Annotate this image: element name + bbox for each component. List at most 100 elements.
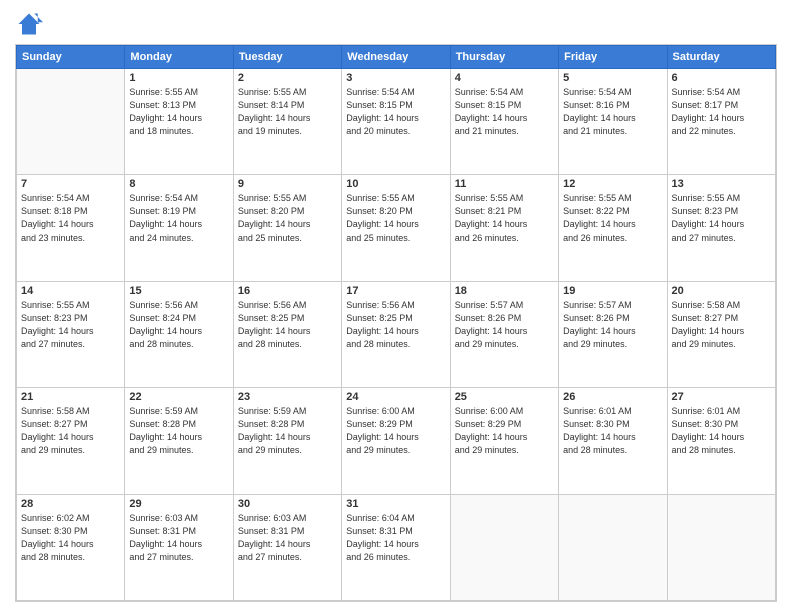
day-info: Sunrise: 5:58 AM Sunset: 8:27 PM Dayligh… xyxy=(672,299,771,351)
day-info: Sunrise: 5:56 AM Sunset: 8:24 PM Dayligh… xyxy=(129,299,228,351)
day-number: 19 xyxy=(563,285,662,297)
day-number: 13 xyxy=(672,178,771,190)
calendar-cell: 26 Sunrise: 6:01 AM Sunset: 8:30 PM Dayli… xyxy=(559,388,667,494)
calendar-week-1: 1 Sunrise: 5:55 AM Sunset: 8:13 PM Daylig… xyxy=(17,69,776,175)
day-info: Sunrise: 6:04 AM Sunset: 8:31 PM Dayligh… xyxy=(346,512,445,564)
day-info: Sunrise: 5:57 AM Sunset: 8:26 PM Dayligh… xyxy=(455,299,554,351)
calendar-cell: 9 Sunrise: 5:55 AM Sunset: 8:20 PM Daylig… xyxy=(233,175,341,281)
day-info: Sunrise: 5:56 AM Sunset: 8:25 PM Dayligh… xyxy=(238,299,337,351)
day-number: 18 xyxy=(455,285,554,297)
day-number: 30 xyxy=(238,498,337,510)
calendar-cell: 28 Sunrise: 6:02 AM Sunset: 8:30 PM Dayli… xyxy=(17,494,125,600)
day-info: Sunrise: 5:54 AM Sunset: 8:16 PM Dayligh… xyxy=(563,86,662,138)
day-number: 4 xyxy=(455,72,554,84)
logo xyxy=(15,10,47,38)
day-info: Sunrise: 5:58 AM Sunset: 8:27 PM Dayligh… xyxy=(21,405,120,457)
calendar-cell: 18 Sunrise: 5:57 AM Sunset: 8:26 PM Dayli… xyxy=(450,281,558,387)
day-info: Sunrise: 5:54 AM Sunset: 8:15 PM Dayligh… xyxy=(346,86,445,138)
calendar-cell: 1 Sunrise: 5:55 AM Sunset: 8:13 PM Daylig… xyxy=(125,69,233,175)
day-number: 1 xyxy=(129,72,228,84)
day-info: Sunrise: 5:55 AM Sunset: 8:13 PM Dayligh… xyxy=(129,86,228,138)
day-number: 3 xyxy=(346,72,445,84)
calendar-cell: 19 Sunrise: 5:57 AM Sunset: 8:26 PM Dayli… xyxy=(559,281,667,387)
day-info: Sunrise: 6:01 AM Sunset: 8:30 PM Dayligh… xyxy=(672,405,771,457)
day-number: 17 xyxy=(346,285,445,297)
calendar-cell: 25 Sunrise: 6:00 AM Sunset: 8:29 PM Dayli… xyxy=(450,388,558,494)
day-number: 7 xyxy=(21,178,120,190)
day-number: 25 xyxy=(455,391,554,403)
calendar-cell: 13 Sunrise: 5:55 AM Sunset: 8:23 PM Dayli… xyxy=(667,175,775,281)
calendar-cell xyxy=(667,494,775,600)
day-number: 28 xyxy=(21,498,120,510)
day-info: Sunrise: 5:55 AM Sunset: 8:23 PM Dayligh… xyxy=(21,299,120,351)
calendar-cell: 7 Sunrise: 5:54 AM Sunset: 8:18 PM Daylig… xyxy=(17,175,125,281)
day-number: 21 xyxy=(21,391,120,403)
day-info: Sunrise: 5:59 AM Sunset: 8:28 PM Dayligh… xyxy=(238,405,337,457)
calendar-header-friday: Friday xyxy=(559,46,667,69)
day-info: Sunrise: 6:02 AM Sunset: 8:30 PM Dayligh… xyxy=(21,512,120,564)
day-number: 26 xyxy=(563,391,662,403)
calendar-cell: 16 Sunrise: 5:56 AM Sunset: 8:25 PM Dayli… xyxy=(233,281,341,387)
calendar-cell: 5 Sunrise: 5:54 AM Sunset: 8:16 PM Daylig… xyxy=(559,69,667,175)
calendar-cell: 15Sunrise: 5:56 AM Sunset: 8:24 PM Dayli… xyxy=(125,281,233,387)
calendar-header-sunday: Sunday xyxy=(17,46,125,69)
day-number: 5 xyxy=(563,72,662,84)
day-number: 11 xyxy=(455,178,554,190)
day-info: Sunrise: 5:55 AM Sunset: 8:20 PM Dayligh… xyxy=(238,192,337,244)
calendar-cell: 4 Sunrise: 5:54 AM Sunset: 8:15 PM Daylig… xyxy=(450,69,558,175)
day-number: 23 xyxy=(238,391,337,403)
day-number: 14 xyxy=(21,285,120,297)
day-info: Sunrise: 5:55 AM Sunset: 8:23 PM Dayligh… xyxy=(672,192,771,244)
calendar-cell: 23 Sunrise: 5:59 AM Sunset: 8:28 PM Dayli… xyxy=(233,388,341,494)
calendar-cell: 31 Sunrise: 6:04 AM Sunset: 8:31 PM Dayli… xyxy=(342,494,450,600)
calendar-cell: 8 Sunrise: 5:54 AM Sunset: 8:19 PM Daylig… xyxy=(125,175,233,281)
day-info: Sunrise: 6:01 AM Sunset: 8:30 PM Dayligh… xyxy=(563,405,662,457)
calendar-header-thursday: Thursday xyxy=(450,46,558,69)
calendar-cell: 3 Sunrise: 5:54 AM Sunset: 8:15 PM Daylig… xyxy=(342,69,450,175)
day-info: Sunrise: 5:54 AM Sunset: 8:18 PM Dayligh… xyxy=(21,192,120,244)
calendar-cell: 27 Sunrise: 6:01 AM Sunset: 8:30 PM Dayli… xyxy=(667,388,775,494)
calendar-cell xyxy=(450,494,558,600)
calendar-week-3: 14 Sunrise: 5:55 AM Sunset: 8:23 PM Dayli… xyxy=(17,281,776,387)
calendar-cell: 2 Sunrise: 5:55 AM Sunset: 8:14 PM Daylig… xyxy=(233,69,341,175)
day-info: Sunrise: 5:59 AM Sunset: 8:28 PM Dayligh… xyxy=(129,405,228,457)
day-number: 6 xyxy=(672,72,771,84)
day-info: Sunrise: 5:55 AM Sunset: 8:22 PM Dayligh… xyxy=(563,192,662,244)
day-info: Sunrise: 5:57 AM Sunset: 8:26 PM Dayligh… xyxy=(563,299,662,351)
day-info: Sunrise: 5:54 AM Sunset: 8:15 PM Dayligh… xyxy=(455,86,554,138)
calendar-cell xyxy=(559,494,667,600)
day-number: 2 xyxy=(238,72,337,84)
day-info: Sunrise: 6:03 AM Sunset: 8:31 PM Dayligh… xyxy=(238,512,337,564)
day-info: Sunrise: 6:03 AM Sunset: 8:31 PM Dayligh… xyxy=(129,512,228,564)
calendar-cell: 30 Sunrise: 6:03 AM Sunset: 8:31 PM Dayli… xyxy=(233,494,341,600)
page: SundayMondayTuesdayWednesdayThursdayFrid… xyxy=(0,0,792,612)
header xyxy=(15,10,777,38)
day-info: Sunrise: 6:00 AM Sunset: 8:29 PM Dayligh… xyxy=(455,405,554,457)
calendar-header-row: SundayMondayTuesdayWednesdayThursdayFrid… xyxy=(17,46,776,69)
day-number: 24 xyxy=(346,391,445,403)
calendar-cell: 6Sunrise: 5:54 AM Sunset: 8:17 PM Daylig… xyxy=(667,69,775,175)
calendar-week-5: 28 Sunrise: 6:02 AM Sunset: 8:30 PM Dayli… xyxy=(17,494,776,600)
day-info: Sunrise: 5:54 AM Sunset: 8:19 PM Dayligh… xyxy=(129,192,228,244)
calendar-header-saturday: Saturday xyxy=(667,46,775,69)
calendar-cell: 21 Sunrise: 5:58 AM Sunset: 8:27 PM Dayli… xyxy=(17,388,125,494)
day-number: 12 xyxy=(563,178,662,190)
calendar-cell: 12 Sunrise: 5:55 AM Sunset: 8:22 PM Dayli… xyxy=(559,175,667,281)
calendar-week-4: 21 Sunrise: 5:58 AM Sunset: 8:27 PM Dayli… xyxy=(17,388,776,494)
day-number: 27 xyxy=(672,391,771,403)
logo-icon xyxy=(15,10,43,38)
day-number: 16 xyxy=(238,285,337,297)
day-number: 8 xyxy=(129,178,228,190)
calendar-header-tuesday: Tuesday xyxy=(233,46,341,69)
calendar-week-2: 7 Sunrise: 5:54 AM Sunset: 8:18 PM Daylig… xyxy=(17,175,776,281)
calendar: SundayMondayTuesdayWednesdayThursdayFrid… xyxy=(15,44,777,602)
day-number: 31 xyxy=(346,498,445,510)
calendar-header-monday: Monday xyxy=(125,46,233,69)
calendar-cell: 11 Sunrise: 5:55 AM Sunset: 8:21 PM Dayli… xyxy=(450,175,558,281)
day-number: 9 xyxy=(238,178,337,190)
day-info: Sunrise: 5:56 AM Sunset: 8:25 PM Dayligh… xyxy=(346,299,445,351)
day-info: Sunrise: 5:55 AM Sunset: 8:21 PM Dayligh… xyxy=(455,192,554,244)
calendar-cell: 14 Sunrise: 5:55 AM Sunset: 8:23 PM Dayli… xyxy=(17,281,125,387)
calendar-cell: 20Sunrise: 5:58 AM Sunset: 8:27 PM Dayli… xyxy=(667,281,775,387)
day-info: Sunrise: 5:55 AM Sunset: 8:14 PM Dayligh… xyxy=(238,86,337,138)
